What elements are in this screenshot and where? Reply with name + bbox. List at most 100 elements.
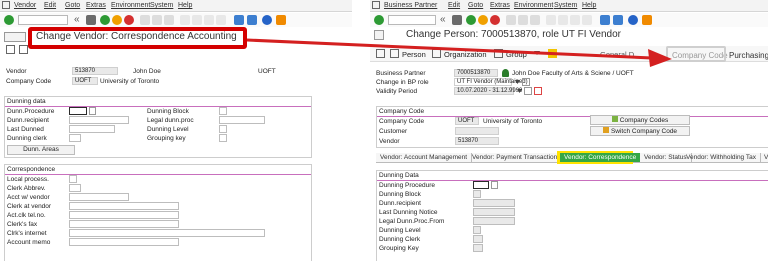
clerk-at-vendor-input[interactable] [69, 202, 179, 210]
first-page-icon[interactable] [180, 15, 190, 25]
save-icon[interactable] [86, 15, 96, 25]
menu-environment[interactable]: Environment [514, 2, 553, 9]
organization-icon[interactable] [432, 49, 441, 58]
back-to-list-button[interactable] [374, 30, 384, 40]
switch-company-code-button[interactable]: Switch Company Code [590, 126, 690, 136]
person-icon[interactable] [390, 49, 399, 58]
last-dunning-notice-input[interactable] [473, 208, 515, 216]
first-page-icon[interactable] [546, 15, 556, 25]
document-icon[interactable] [19, 45, 28, 54]
command-field[interactable] [388, 15, 436, 25]
back-icon[interactable] [100, 15, 110, 25]
find-next-icon[interactable] [164, 15, 174, 25]
value-help-icon[interactable] [89, 107, 96, 115]
company-codes-button[interactable]: Company Codes [590, 115, 690, 125]
next-page-icon[interactable] [204, 15, 214, 25]
validity-delete-icon[interactable] [534, 87, 542, 95]
account-memo-input[interactable] [69, 238, 179, 246]
back-icon[interactable] [466, 15, 476, 25]
local-process-checkbox[interactable] [69, 175, 77, 183]
legal-dunn-proc-input[interactable] [219, 116, 265, 124]
dunn-areas-button[interactable]: Dunn. Areas [7, 145, 75, 155]
grouping-key-input[interactable] [473, 244, 483, 252]
legal-dunn-proc-input[interactable] [473, 217, 515, 225]
exit-icon[interactable] [112, 15, 122, 25]
shortcut-icon[interactable] [247, 15, 257, 25]
menu-system[interactable]: System [554, 2, 577, 9]
save-icon[interactable] [452, 15, 462, 25]
tab-payment-transactions[interactable]: Vendor: Payment Transactions [468, 153, 566, 162]
checkmark-icon[interactable] [4, 15, 14, 25]
last-page-icon[interactable] [582, 15, 592, 25]
last-dunned-input[interactable] [69, 125, 115, 133]
menu-goto[interactable]: Goto [65, 2, 80, 9]
menu-edit[interactable]: Edit [448, 2, 460, 9]
menu-help[interactable]: Help [178, 2, 192, 9]
print-icon[interactable] [506, 15, 516, 25]
menu-extras[interactable]: Extras [86, 2, 106, 9]
nav-organization-button[interactable]: Organization [444, 50, 487, 59]
print-icon[interactable] [140, 15, 150, 25]
dunn-recipient-input[interactable] [69, 116, 129, 124]
menu-business-partner[interactable]: Business Partner [384, 2, 437, 9]
cancel-icon[interactable] [490, 15, 500, 25]
window-icon[interactable] [372, 1, 380, 9]
back-chevrons-icon[interactable]: « [74, 15, 84, 25]
dunning-clerk-input[interactable] [69, 134, 81, 142]
nav-group-button[interactable]: Group [506, 50, 527, 59]
window-icon[interactable] [2, 1, 10, 9]
clerk-abbrev-input[interactable] [69, 184, 81, 192]
shortcut-icon[interactable] [613, 15, 623, 25]
menu-goto[interactable]: Goto [468, 2, 483, 9]
new-session-icon[interactable] [600, 15, 610, 25]
group-icon[interactable] [494, 49, 503, 58]
bp-role-select[interactable]: UT FI Vendor (Maintained) [454, 78, 528, 86]
checkmark-icon[interactable] [374, 15, 384, 25]
dunning-level-input[interactable] [219, 125, 227, 133]
find-next-icon[interactable] [530, 15, 540, 25]
general-data-button[interactable]: General D [600, 50, 634, 59]
dunn-recipient-input[interactable] [473, 199, 515, 207]
clerk-fax-input[interactable] [69, 220, 179, 228]
value-help-icon[interactable] [491, 181, 498, 189]
previous-page-icon[interactable] [558, 15, 568, 25]
dunning-level-input[interactable] [473, 226, 481, 234]
command-field[interactable] [18, 15, 68, 25]
find-icon[interactable] [518, 15, 528, 25]
cancel-icon[interactable] [124, 15, 134, 25]
nav-person-button[interactable]: Person [402, 50, 426, 59]
edit-pencil-icon[interactable] [548, 49, 557, 58]
chevron-down-icon[interactable] [534, 51, 540, 55]
purchasing-callout[interactable]: Purchasing [729, 51, 768, 60]
menu-vendor[interactable]: Vendor [14, 2, 36, 9]
help-icon[interactable] [262, 15, 272, 25]
tab-correspondence[interactable]: Vendor: Correspondence [560, 153, 641, 162]
menu-edit[interactable]: Edit [44, 2, 56, 9]
menu-environment[interactable]: Environment [111, 2, 150, 9]
clerk-tel-input[interactable] [69, 211, 179, 219]
help-icon[interactable] [628, 15, 638, 25]
new-document-icon[interactable] [376, 49, 385, 58]
back-chevrons-icon[interactable]: « [440, 15, 450, 25]
dunning-block-input[interactable] [473, 190, 481, 198]
find-icon[interactable] [152, 15, 162, 25]
other-vendor-button[interactable] [4, 32, 26, 42]
last-page-icon[interactable] [216, 15, 226, 25]
next-page-icon[interactable] [570, 15, 580, 25]
new-session-icon[interactable] [234, 15, 244, 25]
display-change-icon[interactable] [6, 45, 15, 54]
customize-layout-icon[interactable] [642, 15, 652, 25]
dunn-procedure-input[interactable] [69, 107, 87, 115]
dunning-block-input[interactable] [219, 107, 227, 115]
menu-help[interactable]: Help [582, 2, 596, 9]
dunning-procedure-input[interactable] [473, 181, 489, 189]
exit-icon[interactable] [478, 15, 488, 25]
dunning-clerk-input[interactable] [473, 235, 483, 243]
tab-withholding-tax[interactable]: Vendor: Withholding Tax [682, 153, 761, 162]
acct-with-vendor-input[interactable] [69, 193, 129, 201]
role-details-icon[interactable] [522, 78, 530, 86]
previous-page-icon[interactable] [192, 15, 202, 25]
tab-account-management[interactable]: Vendor: Account Management [376, 153, 473, 162]
validity-details-icon[interactable] [524, 87, 532, 95]
menu-extras[interactable]: Extras [490, 2, 510, 9]
